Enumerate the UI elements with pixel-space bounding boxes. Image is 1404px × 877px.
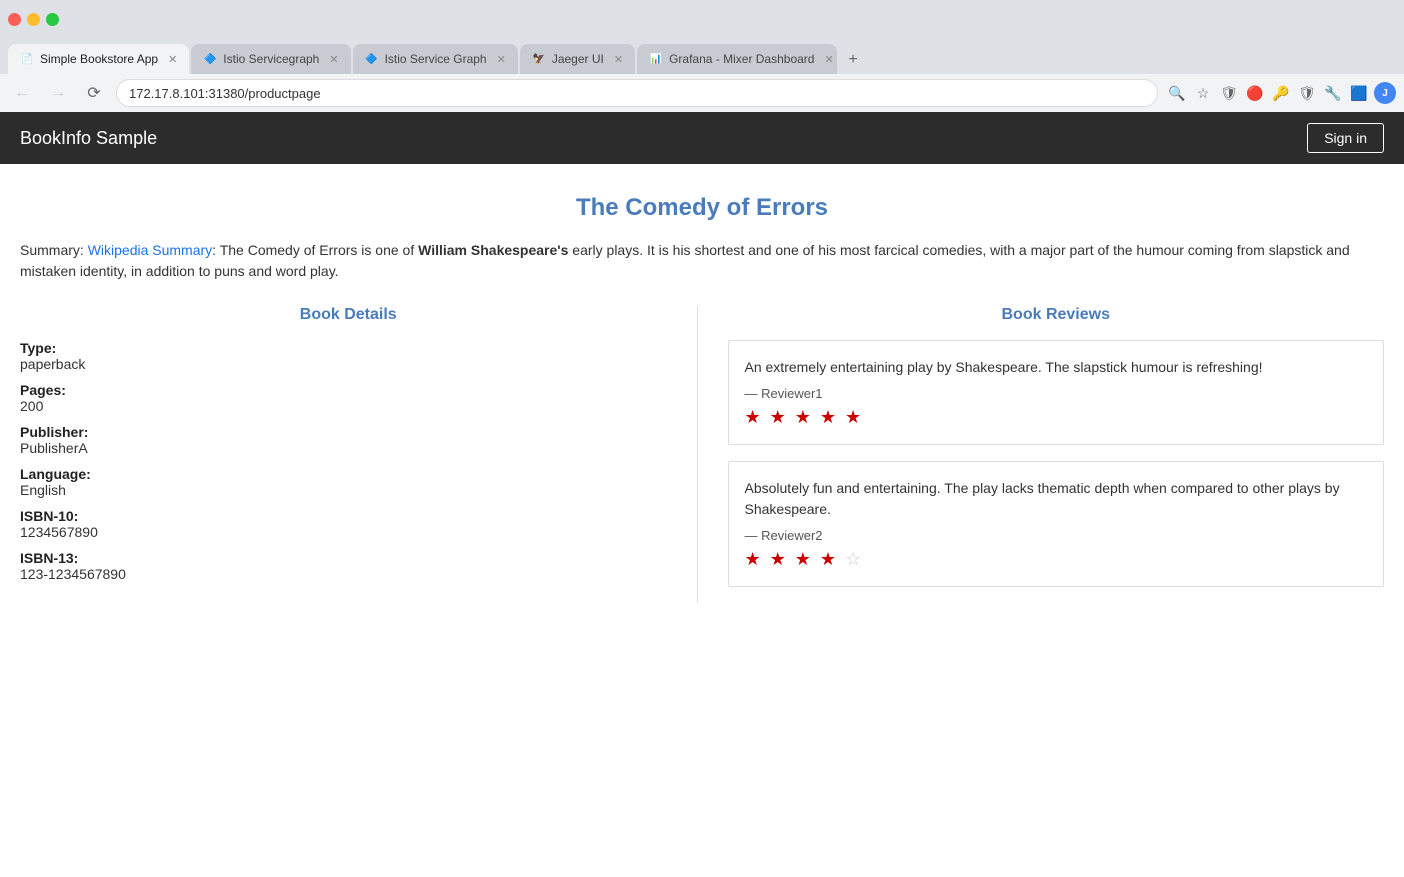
tab-label-5: Grafana - Mixer Dashboard (669, 52, 814, 66)
book-details-heading: Book Details (20, 306, 677, 324)
detail-isbn10-value: 1234567890 (20, 524, 677, 540)
review-card-1: An extremely entertaining play by Shakes… (728, 340, 1385, 445)
tab-label-4: Jaeger UI (552, 52, 604, 66)
navbar-brand: BookInfo Sample (20, 128, 157, 149)
book-reviews-col: Book Reviews An extremely entertaining p… (698, 306, 1385, 603)
tab-close-4[interactable]: ✕ (614, 53, 623, 66)
book-details-col: Book Details Type: paperback Pages: 200 … (20, 306, 698, 603)
detail-publisher-value: PublisherA (20, 440, 677, 456)
close-window-button[interactable] (8, 13, 21, 26)
tabs-bar: 📄 Simple Bookstore App ✕ 🔷 Istio Service… (0, 38, 1404, 74)
book-reviews-heading: Book Reviews (728, 306, 1385, 324)
tab-close-1[interactable]: ✕ (168, 53, 177, 66)
user-avatar[interactable]: J (1374, 82, 1396, 104)
summary-link[interactable]: Wikipedia Summary (88, 242, 212, 258)
review-star-empty-2: ☆ (845, 549, 863, 569)
sign-in-button[interactable]: Sign in (1307, 123, 1384, 153)
browser-icons: 🔍 ☆ 🛡 🔴 🔑 🛡 🔧 🟦 J (1166, 82, 1396, 104)
tab-close-2[interactable]: ✕ (329, 53, 338, 66)
summary-author: William Shakespeare's (418, 242, 568, 258)
tab-favicon-2: 🔷 (203, 52, 217, 66)
tab-close-3[interactable]: ✕ (497, 53, 506, 66)
tab-istio-servicegraph[interactable]: 🔷 Istio Servicegraph ✕ (191, 44, 350, 74)
tab-simple-bookstore-app[interactable]: 📄 Simple Bookstore App ✕ (8, 44, 189, 74)
detail-language-label: Language: (20, 466, 677, 482)
extension-icon-6[interactable]: 🟦 (1348, 82, 1370, 104)
detail-isbn13-label: ISBN-13: (20, 550, 677, 566)
new-tab-button[interactable]: + (839, 46, 867, 74)
review-stars-2: ★ ★ ★ ★ ☆ (745, 549, 1368, 570)
content-columns: Book Details Type: paperback Pages: 200 … (20, 306, 1384, 603)
tab-grafana[interactable]: 📊 Grafana - Mixer Dashboard ✕ (637, 44, 837, 74)
review-author-2: — Reviewer2 (745, 528, 1368, 543)
app-container: BookInfo Sample Sign in The Comedy of Er… (0, 112, 1404, 832)
address-bar: ← → ⟳ 172.17.8.101:31380/productpage 🔍 ☆… (0, 74, 1404, 112)
detail-language-value: English (20, 482, 677, 498)
minimize-window-button[interactable] (27, 13, 40, 26)
book-summary: Summary: Wikipedia Summary: The Comedy o… (20, 240, 1384, 282)
extension-icon-1[interactable]: 🛡 (1218, 82, 1240, 104)
tab-label-2: Istio Servicegraph (223, 52, 319, 66)
detail-isbn13-value: 123-1234567890 (20, 566, 677, 582)
forward-button[interactable]: → (44, 79, 72, 107)
extension-icon-2[interactable]: 🔴 (1244, 82, 1266, 104)
tab-favicon-4: 🦅 (532, 52, 546, 66)
review-card-2: Absolutely fun and entertaining. The pla… (728, 461, 1385, 587)
reload-button[interactable]: ⟳ (80, 79, 108, 107)
url-text: 172.17.8.101:31380/productpage (129, 86, 321, 101)
title-bar (0, 0, 1404, 38)
tab-istio-service-graph[interactable]: 🔷 Istio Service Graph ✕ (353, 44, 518, 74)
detail-pages-label: Pages: (20, 382, 677, 398)
review-text-2: Absolutely fun and entertaining. The pla… (745, 478, 1368, 520)
summary-prefix: Summary: (20, 242, 84, 258)
detail-type-value: paperback (20, 356, 677, 372)
review-text-1: An extremely entertaining play by Shakes… (745, 357, 1368, 378)
detail-pages-value: 200 (20, 398, 677, 414)
maximize-window-button[interactable] (46, 13, 59, 26)
detail-isbn10-label: ISBN-10: (20, 508, 677, 524)
book-title: The Comedy of Errors (20, 194, 1384, 222)
star-icon[interactable]: ☆ (1192, 82, 1214, 104)
tab-close-5[interactable]: ✕ (824, 53, 833, 66)
extension-icon-4[interactable]: 🛡 (1296, 82, 1318, 104)
review-stars-1: ★ ★ ★ ★ ★ (745, 407, 1368, 428)
back-button[interactable]: ← (8, 79, 36, 107)
summary-text: : The Comedy of Errors is one of (212, 242, 418, 258)
detail-publisher-label: Publisher: (20, 424, 677, 440)
review-author-1: — Reviewer1 (745, 386, 1368, 401)
tab-favicon-3: 🔷 (365, 52, 379, 66)
tab-label-3: Istio Service Graph (385, 52, 487, 66)
search-icon[interactable]: 🔍 (1166, 82, 1188, 104)
detail-type-label: Type: (20, 340, 677, 356)
window-controls (8, 13, 59, 26)
extension-icon-5[interactable]: 🔧 (1322, 82, 1344, 104)
tab-label-1: Simple Bookstore App (40, 52, 158, 66)
tab-jaeger-ui[interactable]: 🦅 Jaeger UI ✕ (520, 44, 635, 74)
tab-favicon-5: 📊 (649, 52, 663, 66)
tab-favicon-1: 📄 (20, 52, 34, 66)
url-bar[interactable]: 172.17.8.101:31380/productpage (116, 79, 1158, 107)
main-content: The Comedy of Errors Summary: Wikipedia … (0, 164, 1404, 623)
browser-chrome: 📄 Simple Bookstore App ✕ 🔷 Istio Service… (0, 0, 1404, 112)
app-navbar: BookInfo Sample Sign in (0, 112, 1404, 164)
extension-icon-3[interactable]: 🔑 (1270, 82, 1292, 104)
